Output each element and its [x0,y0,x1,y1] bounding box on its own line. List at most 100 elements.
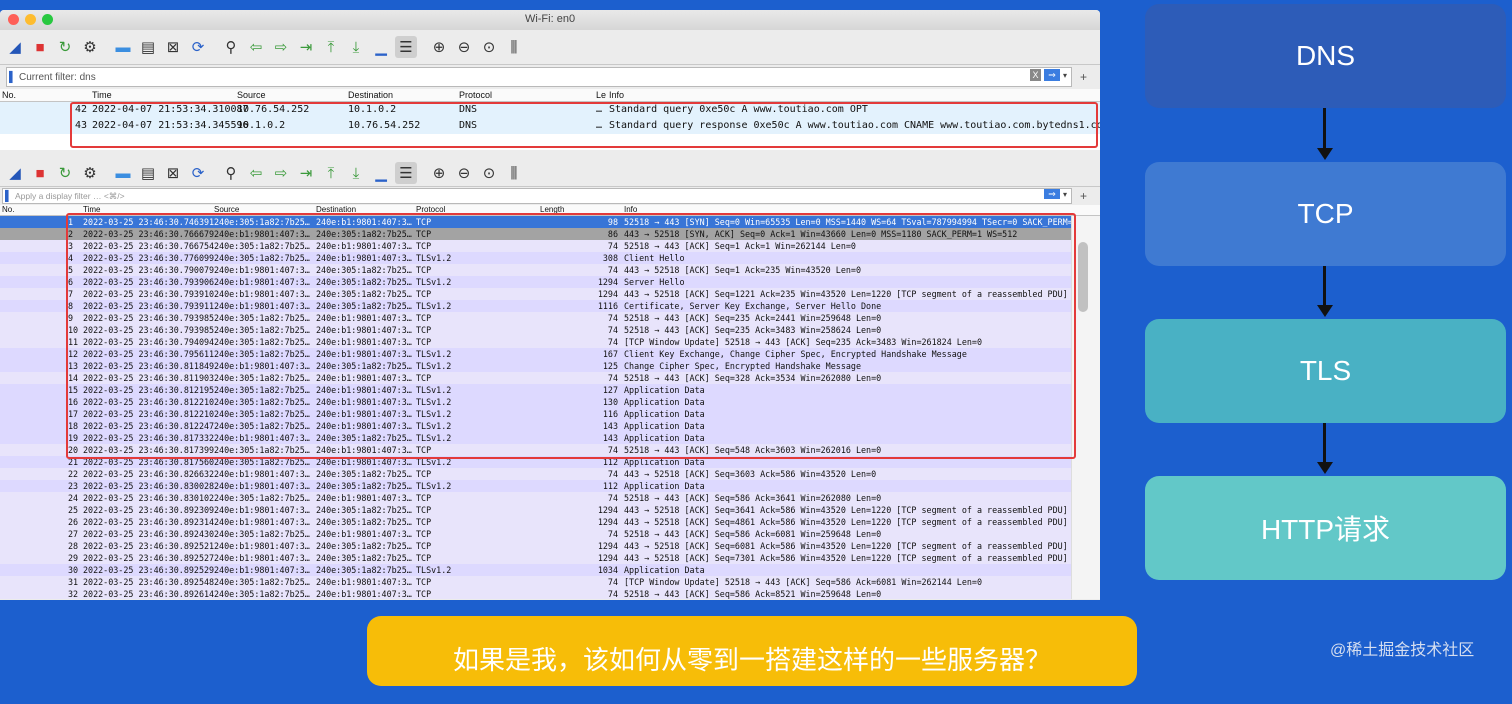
packet-row[interactable]: 3 2022-03-25 23:46:30.766754 240e:305:1a82… [0,240,1100,252]
zoom-in-icon[interactable]: ⊕ [428,162,450,184]
packet-row[interactable]: 23 2022-03-25 23:46:30.830028 240e:b1:9801… [0,480,1100,492]
packet-row[interactable]: 6 2022-03-25 23:46:30.793906 240e:b1:9801:… [0,276,1100,288]
column-no[interactable]: No. [2,90,16,100]
resize-columns-icon[interactable]: ⫼ [503,162,525,184]
packet-row[interactable]: 17 2022-03-25 23:46:30.812210 240e:305:1a8… [0,408,1100,420]
go-last-icon[interactable]: ⤓ [345,36,367,58]
packet-row[interactable]: 42 2022-04-07 21:53:34.310087 10.76.54.252… [0,102,1100,118]
packet-row[interactable]: 8 2022-03-25 23:46:30.793911 240e:b1:9801:… [0,300,1100,312]
column-destination[interactable]: Destination [348,90,393,100]
packet-row[interactable]: 18 2022-03-25 23:46:30.812247 240e:305:1a8… [0,420,1100,432]
packet-row[interactable]: 9 2022-03-25 23:46:30.793985 240e:305:1a82… [0,312,1100,324]
stop-capture-icon[interactable]: ■ [29,36,51,58]
packet-row[interactable]: 15 2022-03-25 23:46:30.812195 240e:305:1a8… [0,384,1100,396]
column-length[interactable]: Le [596,90,606,100]
close-file-icon[interactable]: ⊠ [162,162,184,184]
column-protocol[interactable]: Protocol [459,90,492,100]
column-source[interactable]: Source [214,205,239,214]
capture-options-icon[interactable]: ⚙ [79,36,101,58]
packet-row[interactable]: 27 2022-03-25 23:46:30.892430 240e:305:1a8… [0,528,1100,540]
column-source[interactable]: Source [237,90,266,100]
colorize-icon[interactable]: ☰ [395,36,417,58]
packet-row[interactable]: 24 2022-03-25 23:46:30.830102 240e:305:1a8… [0,492,1100,504]
column-time[interactable]: Time [83,205,100,214]
restart-capture-icon[interactable]: ↻ [54,36,76,58]
packet-row[interactable]: 13 2022-03-25 23:46:30.811849 240e:b1:9801… [0,360,1100,372]
packet-row[interactable]: 4 2022-03-25 23:46:30.776099 240e:305:1a82… [0,252,1100,264]
packet-row[interactable]: 7 2022-03-25 23:46:30.793910 240e:b1:9801:… [0,288,1100,300]
zoom-in-icon[interactable]: ⊕ [428,36,450,58]
go-forward-icon[interactable]: ⇨ [270,162,292,184]
start-capture-icon[interactable]: ◢ [4,162,26,184]
bookmark-icon[interactable]: ▌ [3,191,15,202]
column-protocol[interactable]: Protocol [416,205,445,214]
zoom-out-icon[interactable]: ⊖ [453,36,475,58]
go-first-icon[interactable]: ⤒ [320,36,342,58]
packet-row[interactable]: 30 2022-03-25 23:46:30.892529 240e:b1:9801… [0,564,1100,576]
packet-row[interactable]: 32 2022-03-25 23:46:30.892614 240e:305:1a8… [0,588,1100,599]
clear-filter-button[interactable]: X [1029,69,1041,81]
packet-row[interactable]: 21 2022-03-25 23:46:30.817560 240e:305:1a8… [0,456,1100,468]
packet-row[interactable]: 1 2022-03-25 23:46:30.746391 240e:305:1a82… [0,216,1100,228]
colorize-icon[interactable]: ☰ [395,162,417,184]
normal-size-icon[interactable]: ⊙ [478,36,500,58]
stop-capture-icon[interactable]: ■ [29,162,51,184]
packet-row[interactable]: 28 2022-03-25 23:46:30.892521 240e:b1:9801… [0,540,1100,552]
find-packet-icon[interactable]: ⚲ [220,36,242,58]
column-info[interactable]: Info [609,90,624,100]
column-info[interactable]: Info [624,205,637,214]
column-length[interactable]: Length [540,205,564,214]
open-file-icon[interactable]: ▬ [112,36,134,58]
column-no[interactable]: No. [2,205,14,214]
reload-file-icon[interactable]: ⟳ [187,36,209,58]
packet-row[interactable]: 19 2022-03-25 23:46:30.817332 240e:b1:9801… [0,432,1100,444]
add-filter-icon[interactable]: + [1080,70,1087,84]
packet-row[interactable]: 29 2022-03-25 23:46:30.892527 240e:b1:9801… [0,552,1100,564]
zoom-out-icon[interactable]: ⊖ [453,162,475,184]
autoscroll-icon[interactable]: ▁ [370,162,392,184]
packet-row[interactable]: 20 2022-03-25 23:46:30.817399 240e:305:1a8… [0,444,1100,456]
packet-row[interactable]: 22 2022-03-25 23:46:30.826632 240e:b1:9801… [0,468,1100,480]
go-last-icon[interactable]: ⤓ [345,162,367,184]
capture-options-icon[interactable]: ⚙ [79,162,101,184]
go-to-packet-icon[interactable]: ⇥ [295,36,317,58]
scrollbar-thumb[interactable] [1078,242,1088,312]
open-file-icon[interactable]: ▬ [112,162,134,184]
normal-size-icon[interactable]: ⊙ [478,162,500,184]
save-file-icon[interactable]: ▤ [137,36,159,58]
autoscroll-icon[interactable]: ▁ [370,36,392,58]
apply-filter-icon[interactable]: ⇒ [1043,189,1060,199]
packet-row[interactable]: 5 2022-03-25 23:46:30.790079 240e:b1:9801:… [0,264,1100,276]
column-destination[interactable]: Destination [316,205,356,214]
restart-capture-icon[interactable]: ↻ [54,162,76,184]
start-capture-icon[interactable]: ◢ [4,36,26,58]
display-filter-input[interactable]: ▌ Apply a display filter … <⌘/> ⇒ ▾ + [2,188,1087,204]
display-filter-input[interactable]: ▌ Current filter: dns X ⇒ ▾ + [6,67,1087,87]
chevron-down-icon[interactable]: ▾ [1063,71,1067,80]
packet-row[interactable]: 16 2022-03-25 23:46:30.812210 240e:305:1a8… [0,396,1100,408]
save-file-icon[interactable]: ▤ [137,162,159,184]
go-back-icon[interactable]: ⇦ [245,36,267,58]
add-filter-icon[interactable]: + [1080,189,1087,203]
resize-columns-icon[interactable]: ⫼ [503,36,525,58]
close-file-icon[interactable]: ⊠ [162,36,184,58]
packet-row[interactable]: 10 2022-03-25 23:46:30.793985 240e:305:1a8… [0,324,1100,336]
packet-row[interactable]: 2 2022-03-25 23:46:30.766679 240e:b1:9801:… [0,228,1100,240]
packet-row[interactable]: 12 2022-03-25 23:46:30.795611 240e:305:1a8… [0,348,1100,360]
go-to-packet-icon[interactable]: ⇥ [295,162,317,184]
find-packet-icon[interactable]: ⚲ [220,162,242,184]
packet-row[interactable]: 43 2022-04-07 21:53:34.345596 10.1.0.2 10.7… [0,118,1100,134]
vertical-scrollbar[interactable] [1071,216,1100,599]
packet-row[interactable]: 11 2022-03-25 23:46:30.794094 240e:305:1a8… [0,336,1100,348]
packet-row[interactable]: 14 2022-03-25 23:46:30.811903 240e:305:1a8… [0,372,1100,384]
reload-file-icon[interactable]: ⟳ [187,162,209,184]
packet-row[interactable]: 31 2022-03-25 23:46:30.892548 240e:305:1a8… [0,576,1100,588]
go-back-icon[interactable]: ⇦ [245,162,267,184]
column-time[interactable]: Time [92,90,112,100]
go-first-icon[interactable]: ⤒ [320,162,342,184]
chevron-down-icon[interactable]: ▾ [1063,190,1067,199]
apply-filter-button[interactable]: ⇒ [1043,69,1060,81]
bookmark-icon[interactable]: ▌ [7,72,19,83]
go-forward-icon[interactable]: ⇨ [270,36,292,58]
packet-row[interactable]: 26 2022-03-25 23:46:30.892314 240e:b1:9801… [0,516,1100,528]
